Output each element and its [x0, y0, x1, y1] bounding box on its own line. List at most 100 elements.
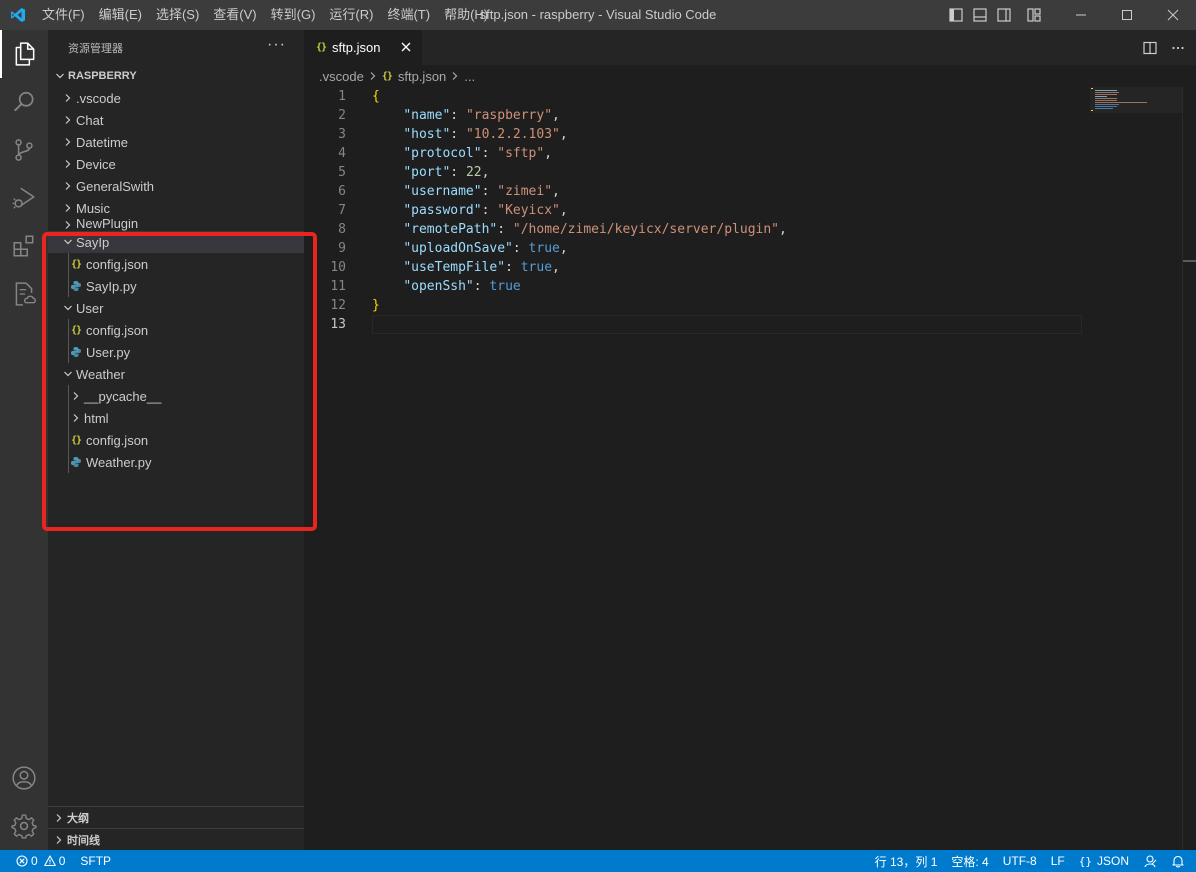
json-file-icon: {}: [70, 324, 82, 336]
tree-folder-chat[interactable]: Chat: [48, 109, 304, 131]
tab-sftp-json[interactable]: {} sftp.json: [304, 30, 422, 65]
tree-folder-pycache[interactable]: __pycache__: [48, 385, 304, 407]
gear-icon[interactable]: [0, 802, 48, 850]
code-text: "port": 22,: [372, 163, 489, 182]
tree-folder-user[interactable]: User: [48, 297, 304, 319]
code-line: 5 "port": 22,: [304, 163, 1082, 182]
menu-item-6[interactable]: 终端(T): [380, 0, 437, 30]
remote-explorer-icon[interactable]: [0, 270, 48, 318]
explorer-title: 资源管理器: [68, 42, 123, 55]
menu-item-4[interactable]: 转到(G): [264, 0, 323, 30]
json-file-icon: {}: [70, 258, 82, 270]
vertical-scrollbar[interactable]: [1182, 87, 1196, 850]
file-tree: .vscode Chat Datetime Device GeneralSwith Mus…: [48, 87, 304, 473]
code-token: :: [512, 241, 529, 256]
more-actions-icon[interactable]: ···: [267, 30, 286, 65]
close-icon[interactable]: [398, 39, 414, 55]
tree-file-weather-py[interactable]: Weather.py: [48, 451, 304, 473]
tree-folder-generalswith[interactable]: GeneralSwith: [48, 175, 304, 197]
cursor-position[interactable]: 行 13，列 1: [868, 850, 945, 872]
customize-layout-icon[interactable]: [1022, 0, 1046, 30]
search-icon[interactable]: [0, 78, 48, 126]
line-number: 11: [330, 279, 346, 294]
menu-item-7[interactable]: 帮助(H): [437, 0, 495, 30]
workspace-root[interactable]: RASPBERRY: [48, 65, 304, 87]
code-editor[interactable]: 1{2 "name": "raspberry", 3 "host": "10.2.…: [304, 87, 1196, 850]
maximize-button[interactable]: [1104, 0, 1150, 30]
toggle-panel-icon[interactable]: [968, 0, 992, 30]
run-debug-icon[interactable]: [0, 174, 48, 222]
indentation-status[interactable]: 空格: 4: [944, 850, 995, 872]
tree-folder-vscode[interactable]: .vscode: [48, 87, 304, 109]
code-token: {: [372, 89, 380, 104]
tree-file-config-json[interactable]: {} config.json: [48, 319, 304, 341]
chevron-down-icon: [60, 231, 76, 253]
problems-status[interactable]: 0 0: [0, 850, 72, 872]
eol-status[interactable]: LF: [1044, 850, 1072, 872]
code-line: 9 "uploadOnSave": true,: [304, 239, 1082, 258]
tree-file-user-py[interactable]: User.py: [48, 341, 304, 363]
code-token: "useTempFile": [403, 260, 506, 275]
close-window-button[interactable]: [1150, 0, 1196, 30]
code-token: ,: [559, 241, 568, 256]
encoding-status[interactable]: UTF-8: [996, 850, 1044, 872]
tree-folder-music[interactable]: Music: [48, 197, 304, 219]
tree-folder-newplugin[interactable]: NewPlugin: [48, 219, 304, 231]
tree-item-label: __pycache__: [84, 388, 162, 404]
feedback-icon[interactable]: [1136, 850, 1164, 872]
tree-folder-device[interactable]: Device: [48, 153, 304, 175]
code-token: "/home/zimei/keyicx/server/plugin": [512, 222, 779, 237]
chevron-right-icon: [368, 71, 378, 81]
source-control-icon[interactable]: [0, 126, 48, 174]
tree-folder-weather[interactable]: Weather: [48, 363, 304, 385]
chevron-right-icon: [68, 407, 84, 429]
more-actions-icon[interactable]: [1164, 30, 1192, 65]
timeline-section[interactable]: 时间线: [48, 828, 304, 850]
code-token: true: [528, 241, 560, 256]
json-file-icon: {}: [316, 42, 327, 53]
code-token: ,: [544, 146, 553, 161]
split-editor-icon[interactable]: [1136, 30, 1164, 65]
tree-folder-datetime[interactable]: Datetime: [48, 131, 304, 153]
outline-section[interactable]: 大纲: [48, 806, 304, 828]
code-token: "10.2.2.103": [465, 127, 560, 142]
tree-folder-sayip[interactable]: SayIp: [48, 231, 304, 253]
tree-file-config-json[interactable]: {} config.json: [48, 429, 304, 451]
breadcrumb-folder[interactable]: .vscode: [319, 69, 364, 84]
tree-item-label: Weather.py: [86, 454, 152, 470]
extensions-icon[interactable]: [0, 222, 48, 270]
menu-item-0[interactable]: 文件(F): [35, 0, 92, 30]
tree-item-label: SayIp.py: [86, 278, 137, 294]
tree-file-sayip-py[interactable]: SayIp.py: [48, 275, 304, 297]
account-icon[interactable]: [0, 754, 48, 802]
code-text: "remotePath": "/home/zimei/keyicx/server…: [372, 220, 787, 239]
notifications-bell-icon[interactable]: [1164, 850, 1192, 872]
explorer-header: 资源管理器 ···: [48, 30, 304, 65]
code-text: "useTempFile": true,: [372, 258, 560, 277]
minimize-button[interactable]: [1058, 0, 1104, 30]
code-token: "protocol": [403, 146, 482, 161]
code-line: 7 "password": "Keyicx",: [304, 201, 1082, 220]
breadcrumb-file[interactable]: sftp.json: [398, 69, 446, 84]
code-text: "username": "zimei",: [372, 182, 560, 201]
toggle-secondary-sidebar-icon[interactable]: [992, 0, 1016, 30]
error-icon: [16, 855, 28, 867]
files-icon[interactable]: [0, 30, 48, 78]
toggle-primary-sidebar-icon[interactable]: [944, 0, 968, 30]
menu-item-1[interactable]: 编辑(E): [92, 0, 149, 30]
menu-item-5[interactable]: 运行(R): [322, 0, 380, 30]
language-mode[interactable]: {} JSON: [1072, 850, 1136, 872]
code-token: "uploadOnSave": [403, 241, 513, 256]
chevron-right-icon: [60, 109, 76, 131]
sftp-status[interactable]: SFTP: [72, 850, 118, 872]
minimap[interactable]: [1090, 87, 1182, 147]
menu-item-2[interactable]: 选择(S): [149, 0, 206, 30]
breadcrumb-symbols[interactable]: ...: [464, 69, 475, 84]
tree-item-label: SayIp: [76, 234, 110, 250]
menu-item-3[interactable]: 查看(V): [206, 0, 263, 30]
tree-file-config-json[interactable]: {} config.json: [48, 253, 304, 275]
tree-folder-html[interactable]: html: [48, 407, 304, 429]
code-token: "name": [403, 108, 451, 123]
